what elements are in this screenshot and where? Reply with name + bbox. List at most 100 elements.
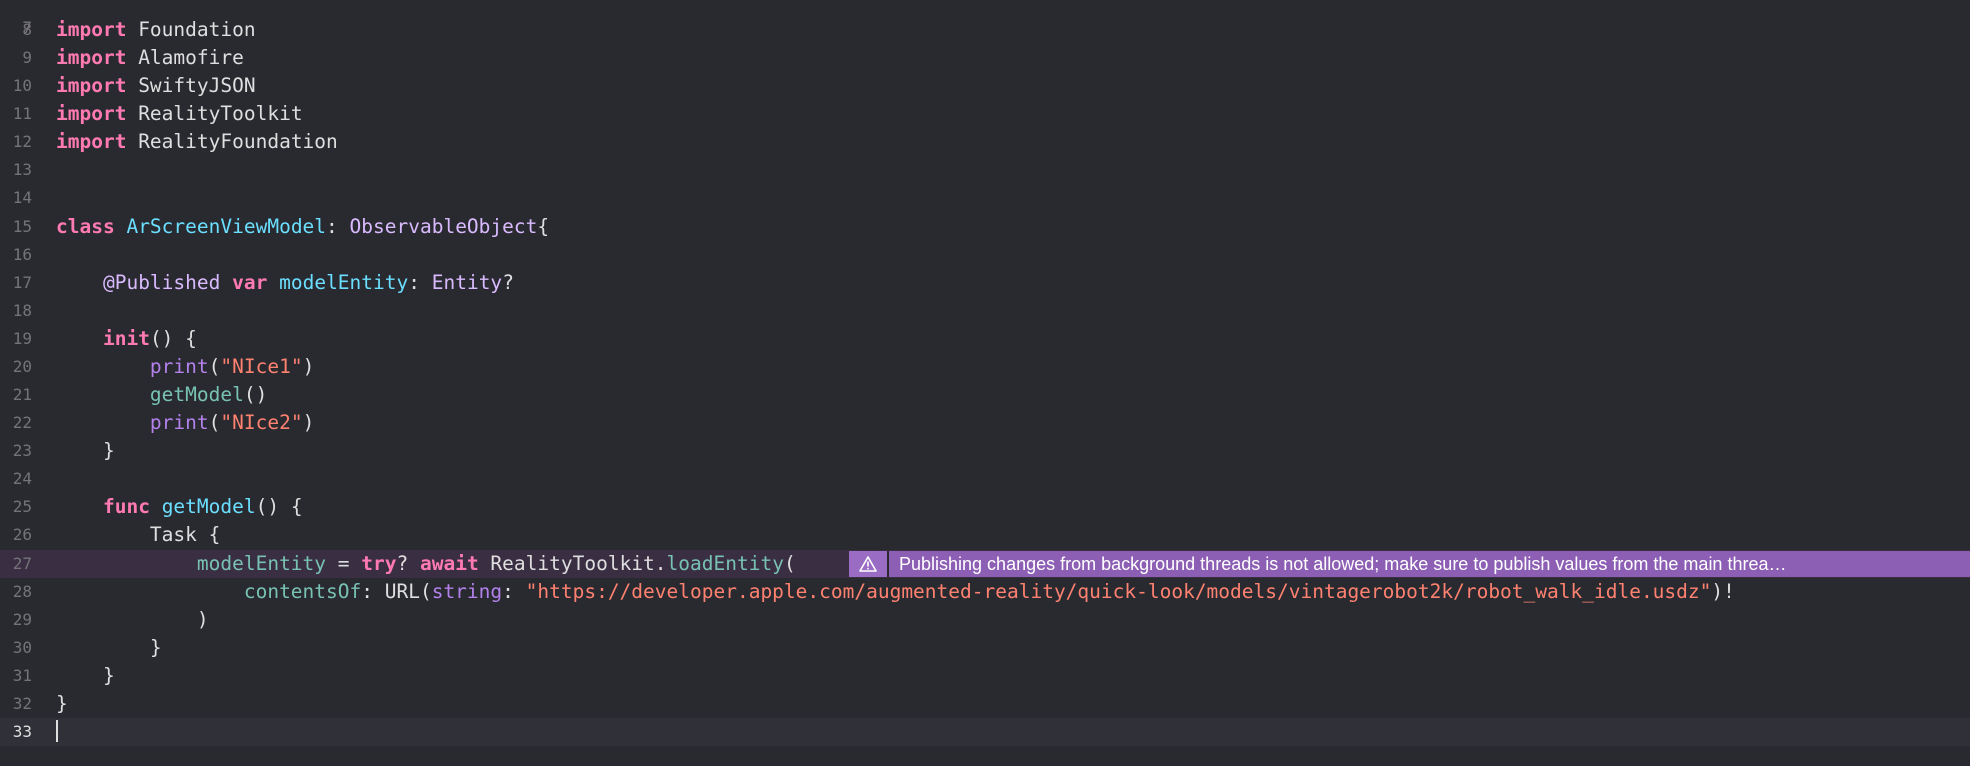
line-number: 16 <box>12 244 32 264</box>
code-line[interactable]: 11 import RealityToolkit <box>0 100 1970 128</box>
code-line[interactable]: 20 print("NIce1") <box>0 353 1970 381</box>
code-token: } <box>56 663 115 687</box>
line-number: 26 <box>12 525 32 545</box>
code-line[interactable]: 24 <box>0 465 1970 493</box>
code-line[interactable]: 10 import SwiftyJSON <box>0 72 1970 100</box>
issue-message: Publishing changes from background threa… <box>899 553 1787 574</box>
line-number: 20 <box>12 356 32 376</box>
code-token: "NIce2" <box>220 411 303 435</box>
code-token: () <box>243 383 268 407</box>
code-token: string <box>431 579 503 603</box>
line-code: import SwiftyJSON <box>56 72 256 100</box>
warning-triangle-icon <box>849 551 889 577</box>
line-code: print("NIce2") <box>56 409 314 437</box>
code-line[interactable]: 32} <box>0 690 1970 718</box>
code-token: @Published <box>102 270 221 294</box>
code-token: import <box>56 130 127 154</box>
line-code: import RealityFoundation <box>56 128 338 156</box>
line-code: import Alamofire <box>56 44 244 72</box>
code-line[interactable]: 12 import RealityFoundation <box>0 128 1970 156</box>
line-number: 9 <box>22 48 32 68</box>
code-line[interactable]: 13 <box>0 156 1970 184</box>
code-token: Foundation <box>126 18 256 41</box>
code-token: await <box>419 551 479 575</box>
line-code: getModel() <box>56 381 267 409</box>
line-code: @Published var modelEntity: Entity? <box>56 269 514 297</box>
line-code: } <box>56 634 162 662</box>
code-token: print <box>149 354 209 378</box>
line-number: 24 <box>12 469 32 489</box>
code-token: import <box>56 74 127 98</box>
code-token: var <box>232 270 268 294</box>
code-line[interactable]: 8 import Foundation <box>0 16 1970 44</box>
code-line[interactable]: 26 Task { <box>0 521 1970 549</box>
code-line[interactable]: 7 <box>0 0 1970 37</box>
code-token: Alamofire <box>126 46 244 70</box>
code-token: Task { <box>56 523 221 547</box>
line-number: 27 <box>12 553 32 573</box>
line-number: 14 <box>12 188 32 208</box>
line-number: 21 <box>12 385 32 405</box>
code-line[interactable]: 28 contentsOf: URL(string: "https://deve… <box>0 578 1970 606</box>
code-token: )! <box>1711 579 1735 603</box>
code-token: getModel <box>149 383 244 407</box>
code-token: modelEntity <box>279 270 409 294</box>
code-editor[interactable]: 7 8 import Foundation 9 import Alamofire 10 i… <box>0 0 1970 766</box>
line-number: 32 <box>12 693 32 713</box>
code-token: loadEntity <box>666 551 784 575</box>
code-token: class <box>56 214 115 238</box>
code-line[interactable]: 21 getModel() <box>0 381 1970 409</box>
code-line[interactable]: 14 <box>0 184 1970 212</box>
code-token: : <box>326 214 350 238</box>
code-token: init <box>102 326 150 350</box>
line-number: 15 <box>12 216 32 236</box>
code-token: ( <box>208 354 221 378</box>
code-line[interactable]: 30 } <box>0 634 1970 662</box>
code-line[interactable]: 16 <box>0 241 1970 269</box>
line-code: Task { <box>56 521 220 549</box>
code-token: = <box>326 551 362 575</box>
line-number: 23 <box>12 441 32 461</box>
code-token: } <box>56 691 68 715</box>
line-code: } <box>56 690 68 718</box>
code-token: Entity <box>431 270 503 294</box>
code-token: : URL( <box>361 579 432 603</box>
code-line[interactable]: 18 <box>0 297 1970 325</box>
line-number: 31 <box>12 665 32 685</box>
code-line[interactable]: 9 import Alamofire <box>0 44 1970 72</box>
code-line[interactable]: 29 ) <box>0 606 1970 634</box>
code-token: try <box>361 551 397 575</box>
code-token: } <box>56 635 162 659</box>
code-line[interactable]: 17 @Published var modelEntity: Entity? <box>0 269 1970 297</box>
code-token: ( <box>208 411 221 435</box>
line-number: 18 <box>12 300 32 320</box>
code-token: { <box>537 214 550 238</box>
code-token: ) <box>302 354 315 378</box>
issue-banner[interactable]: Publishing changes from background threa… <box>849 551 1970 577</box>
text-cursor <box>56 719 58 742</box>
code-token: modelEntity <box>196 551 327 575</box>
code-line[interactable]: 19 init() { <box>0 325 1970 353</box>
code-line[interactable]: 22 print("NIce2") <box>0 409 1970 437</box>
line-number: 30 <box>12 637 32 657</box>
code-line[interactable]: 15 class ArScreenViewModel: ObservableObj… <box>0 213 1970 241</box>
code-line[interactable]: 23 } <box>0 437 1970 465</box>
line-number: 28 <box>12 581 32 601</box>
code-line[interactable]: 25 func getModel() { <box>0 493 1970 521</box>
line-number: 29 <box>12 609 32 629</box>
line-number: 22 <box>12 413 32 433</box>
code-token: contentsOf <box>243 579 362 603</box>
line-number: 13 <box>12 160 32 180</box>
code-line-current[interactable]: 33 <box>0 718 1970 746</box>
code-line[interactable]: 31 } <box>0 662 1970 690</box>
line-number: 33 <box>12 722 32 741</box>
